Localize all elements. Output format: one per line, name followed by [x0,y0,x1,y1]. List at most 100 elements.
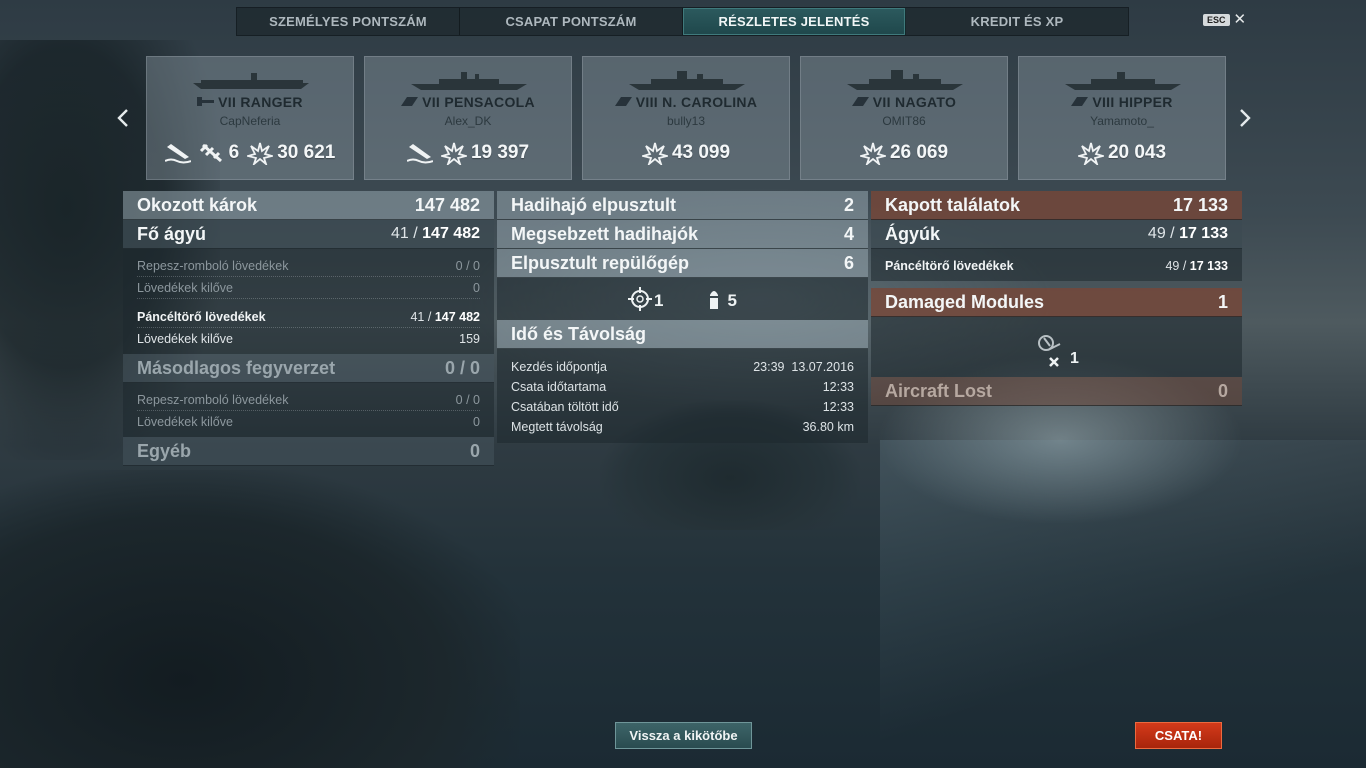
main-battery-details: Repesz-romboló lövedékek 0 / 0 Lövedékek … [123,249,494,354]
moonlit-sea [880,440,1366,768]
time-distance-title: Idő és Távolság [511,323,647,344]
ship-stats: 6 30 621 [147,141,353,165]
ship-card[interactable]: VII NAGATO OMIT86 26 069 [800,56,1008,180]
close-button[interactable]: ESC ✕ [1203,12,1246,27]
kills-panel: Hadihajó elpusztult 2 Megsebzett hadihaj… [497,191,868,443]
carousel-next-button[interactable] [1236,105,1254,131]
damage-stat: 19 397 [440,141,529,165]
ship-stats: 19 397 [365,141,571,165]
tab-team-score[interactable]: CSAPAT PONTSZÁM [460,8,683,35]
esc-key-label: ESC [1203,14,1230,26]
shell-icon [709,291,718,309]
torpedo-hit-stat [164,141,191,165]
guns-received-row: Ágyúk 49 / 17 133 [871,220,1242,249]
secondary-label: Másodlagos fegyverzet [137,357,336,378]
main-battery-label: Fő ágyú [137,223,207,244]
ships-destroyed-label: Hadihajó elpusztult [511,194,677,215]
ship-tier: VII [872,94,891,110]
ap-received-row: Páncéltörő lövedékek 49 / 17 133 [885,255,1228,277]
return-to-port-button[interactable]: Vissza a kikötőbe [615,722,752,749]
sec-he-row: Repesz-romboló lövedékek 0 / 0 [137,389,480,411]
plane-shot-icon [199,143,222,163]
time-in-battle-value: 12:33 [822,400,854,414]
player-name: CapNeferia [219,114,281,128]
damage-dealt-panel: Okozott károk 147 482 Fő ágyú 41 / 147 4… [123,191,494,466]
guns-received-hits: 49 [1147,225,1166,242]
other-label: Egyéb [137,440,192,461]
ammo-stat: 5 [702,287,737,311]
main-battery-damage: 147 482 [422,225,480,242]
result-tabs: SZEMÉLYES PONTSZÁM CSAPAT PONTSZÁM RÉSZL… [236,7,1129,36]
main-battery-row: Fő ágyú 41 / 147 482 [123,220,494,249]
battleship-class-icon [614,97,632,106]
ships-destroyed-row: Hadihajó elpusztult 2 [497,191,868,220]
battle-duration-value: 12:33 [822,380,854,394]
damage-explosion-icon [247,142,274,165]
module-count: 1 [1070,350,1079,367]
damaged-modules-value: 1 [1217,291,1228,312]
he-fired-label: Lövedékek kilőve [137,280,233,295]
ship-stats: 20 043 [1019,141,1225,165]
module-stat: 1 [1034,332,1079,368]
ap-received-hits: 49 [1165,259,1180,273]
ship-card[interactable]: VII RANGER CapNeferia 6 30 621 [146,56,354,180]
planes-destroyed-label: Elpusztult repülőgép [511,252,689,273]
tab-personal-score[interactable]: SZEMÉLYES PONTSZÁM [237,8,460,35]
tab-detailed-report[interactable]: RÉSZLETES JELENTÉS [683,8,906,35]
ap-received-value: 49 / 17 133 [1165,259,1228,273]
other-value: 0 [469,440,480,461]
tab-credits-xp[interactable]: KREDIT ÉS XP [906,8,1128,35]
damage-explosion-icon [859,142,886,165]
ap-shells-value: 41 / 147 482 [410,309,480,324]
ap-received-label: Páncéltörő lövedékek [885,259,1014,273]
ship-name: VII RANGER [147,94,353,110]
he-fired-value: 0 [473,280,480,295]
damage-explosion-icon [641,142,668,165]
sec-fired-label: Lövedékek kilőve [137,415,233,429]
damaged-module-icon [1038,335,1061,367]
aircraft-lost-value: 0 [1217,380,1228,401]
planes-shot-stat: 6 [199,141,239,165]
damage-value: 30 621 [277,142,336,163]
sec-he-value: 0 / 0 [455,392,480,407]
start-time-row: Kezdés időpontja 23:39 13.07.2016 [511,357,854,377]
secondary-row: Másodlagos fegyverzet 0 / 0 [123,354,494,383]
he-shells-label: Repesz-romboló lövedékek [137,258,289,273]
ship-card[interactable]: VIII HIPPER Yamamoto_ 20 043 [1018,56,1226,180]
ship-name: VII NAGATO [801,94,1007,110]
main-battery-hits: 41 [391,225,409,242]
spotted-value: 1 [654,291,664,310]
player-name: Alex_DK [444,114,492,128]
torpedo-hit-stat [406,141,433,165]
damage-dealt-total: 147 482 [414,194,480,215]
planes-destroyed-row: Elpusztult repülőgép 6 [497,249,868,278]
ship-name-text: RANGER [240,94,303,110]
ships-destroyed-value: 2 [843,194,854,215]
other-row: Egyéb 0 [123,437,494,466]
sinking-ship-icon [164,144,191,164]
guns-received-damage: 17 133 [1179,225,1228,242]
ships-damaged-row: Megsebzett hadihajók 4 [497,220,868,249]
damaged-modules-header: Damaged Modules 1 [871,288,1242,317]
battleship-silhouette-icon [629,71,745,90]
distance-value: 36.80 km [802,420,854,434]
ships-damaged-label: Megsebzett hadihajók [511,223,699,244]
carousel-prev-button[interactable] [114,105,132,131]
ship-tier: VIII [1092,94,1115,110]
shore-rocks [0,470,520,768]
ships-damaged-value: 4 [843,223,854,244]
player-name: bully13 [666,114,706,128]
ap-shells-hits: 41 [410,309,425,324]
ship-card[interactable]: VIII N. CAROLINA bully13 43 099 [582,56,790,180]
chevron-left-icon [117,109,128,127]
spotted-stat: 1 [628,287,664,311]
ship-card[interactable]: VII PENSACOLA Alex_DK 19 397 [364,56,572,180]
battle-button[interactable]: CSATA! [1135,722,1222,749]
battle-duration-label: Csata időtartama [511,380,607,394]
ship-name-text: NAGATO [895,94,957,110]
damage-value: 43 099 [671,142,731,163]
start-time-label: Kezdés időpontja [511,360,607,374]
secondary-details: Repesz-romboló lövedékek 0 / 0 Lövedékek … [123,383,494,437]
received-panel: Kapott találatok 17 133 Ágyúk 49 / 17 13… [871,191,1242,406]
time-distance-header: Idő és Távolság [497,320,868,349]
